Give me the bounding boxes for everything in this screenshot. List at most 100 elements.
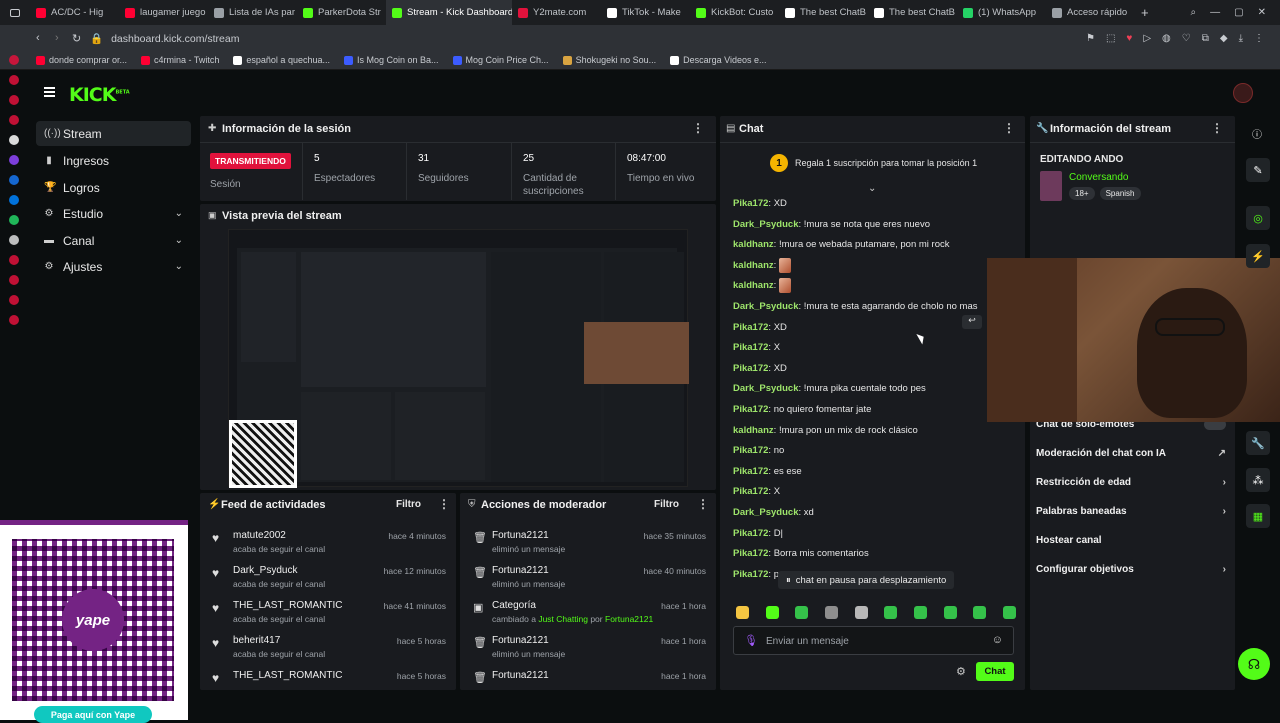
dock-settings-icon[interactable] — [8, 315, 19, 325]
info-circle-icon[interactable]: ⓘ — [1252, 126, 1262, 141]
wallet-icon[interactable]: ◆ — [1220, 33, 1228, 44]
dock-aria-icon[interactable] — [8, 75, 19, 85]
browser-tab[interactable]: Acceso rápido — [1046, 0, 1135, 25]
category-link[interactable]: Just Chatting — [538, 614, 588, 624]
chat-message[interactable]: kaldhanz: !mura pon un mix de rock clási… — [733, 421, 1018, 442]
activity-user[interactable]: matute2002 — [233, 530, 286, 541]
sidebar-item-ingresos[interactable]: ▮ Ingresos — [36, 148, 191, 173]
chat-message[interactable]: Pika172: no — [733, 441, 1018, 462]
emote-icon[interactable] — [824, 606, 838, 619]
bookmark-item[interactable]: c4rmina - Twitch — [141, 55, 219, 65]
dock-whatsapp-icon[interactable] — [8, 215, 19, 225]
category-link[interactable]: Conversando — [1069, 172, 1128, 183]
session-menu-icon[interactable]: ⋮ — [692, 121, 704, 135]
bookmark-item[interactable]: español a quechua... — [233, 55, 330, 65]
edit-icon[interactable]: ✎ — [1246, 158, 1270, 182]
activity-row[interactable]: ♥ Dark_Psyduck acaba de seguir el canal hac… — [200, 562, 456, 597]
dock-facebook-icon[interactable] — [8, 175, 19, 185]
dock-history-icon[interactable] — [8, 255, 19, 265]
chevron-down-icon[interactable]: ⌄ — [175, 208, 183, 219]
activity-filter-button[interactable]: Filtro — [396, 499, 421, 510]
dock-maps-icon[interactable] — [8, 135, 19, 145]
chat-username[interactable]: Pika172 — [733, 404, 768, 415]
chat-message[interactable]: kaldhanz: — [733, 256, 1018, 277]
dock-social-icon[interactable] — [8, 95, 19, 105]
microphone-icon[interactable]: 🎙 — [744, 634, 758, 647]
activity-row[interactable]: ♥ beherit417 acaba de seguir el canal hace … — [200, 632, 456, 667]
chat-message[interactable]: Pika172: X — [733, 338, 1018, 359]
chat-username[interactable]: kaldhanz — [733, 239, 774, 250]
dock-player-icon[interactable] — [8, 115, 19, 125]
user-avatar[interactable] — [1233, 83, 1253, 103]
play-icon[interactable]: ▷ — [1143, 33, 1151, 44]
forward-icon[interactable]: › — [55, 32, 59, 44]
chat-message[interactable]: Dark_Psyduck: !mura se nota que eres nue… — [733, 215, 1018, 236]
chat-username[interactable]: Pika172 — [733, 198, 768, 209]
chat-input-box[interactable]: 🎙 Enviar un mensaje ☺ — [733, 626, 1014, 655]
browser-tab[interactable]: Lista de IAs par — [208, 0, 297, 25]
external-link-icon[interactable]: ↗ — [1218, 448, 1226, 459]
browser-tab[interactable]: The best ChatB — [868, 0, 957, 25]
chat-message[interactable]: Pika172: X — [733, 482, 1018, 503]
bookmark-item[interactable]: Is Mog Coin on Ba... — [343, 55, 439, 65]
activity-user[interactable]: THE_LAST_ROMANTIC — [233, 600, 342, 611]
stream-setting-row[interactable]: Restricción de edad › — [1036, 468, 1226, 497]
activity-menu-icon[interactable]: ⋮ — [438, 497, 450, 511]
moderator-user-link[interactable]: Fortuna2121 — [605, 614, 653, 624]
emote-icon[interactable] — [765, 606, 779, 619]
send-chat-button[interactable]: Chat — [976, 662, 1014, 681]
tab-actions-icon[interactable] — [0, 8, 30, 17]
screenshot-icon[interactable]: ⬚ — [1106, 33, 1115, 44]
chat-username[interactable]: Dark_Psyduck — [733, 507, 798, 518]
chevron-right-icon[interactable]: › — [1223, 477, 1226, 488]
back-icon[interactable]: ‹ — [36, 32, 40, 44]
chat-username[interactable]: Pika172 — [733, 466, 768, 477]
emoji-picker-icon[interactable]: ☺ — [992, 634, 1003, 646]
people-icon[interactable]: ⁂ — [1246, 468, 1270, 492]
chat-username[interactable]: Pika172 — [733, 569, 768, 580]
chat-settings-icon[interactable]: ⚙ — [956, 665, 966, 678]
close-icon[interactable]: ✕ — [1258, 7, 1266, 18]
collapse-pinned-icon[interactable]: ⌄ — [868, 183, 876, 194]
chat-username[interactable]: Pika172 — [733, 528, 768, 539]
browser-tab[interactable]: Y2mate.com — [512, 0, 601, 25]
browser-tab[interactable]: TikTok - Make — [601, 0, 690, 25]
dock-x-icon[interactable] — [8, 235, 19, 245]
maximize-icon[interactable]: ▢ — [1234, 7, 1243, 18]
browser-tab[interactable]: AC/DC - Hig — [30, 0, 119, 25]
moderator-row[interactable]: 🗑 Fortuna2121 eliminó un mensaje hace 1 hor… — [460, 632, 716, 667]
moderator-filter-button[interactable]: Filtro — [654, 499, 679, 510]
chevron-right-icon[interactable]: › — [1223, 506, 1226, 517]
bookmark-item[interactable]: Mog Coin Price Ch... — [452, 55, 549, 65]
emote-icon[interactable] — [1002, 606, 1016, 619]
chat-username[interactable]: Dark_Psyduck — [733, 301, 798, 312]
emote-icon[interactable] — [943, 606, 957, 619]
chat-username[interactable]: kaldhanz — [733, 280, 774, 291]
chat-message[interactable]: Pika172: Borra mis comentarios — [733, 544, 1018, 565]
chat-username[interactable]: Pika172 — [733, 342, 768, 353]
browser-tab[interactable]: (1) WhatsApp — [957, 0, 1046, 25]
chat-username[interactable]: Dark_Psyduck — [733, 219, 798, 230]
browser-tab[interactable]: The best ChatB — [779, 0, 868, 25]
chat-username[interactable]: Pika172 — [733, 486, 768, 497]
chat-message[interactable]: Pika172: es ese — [733, 462, 1018, 483]
chat-username[interactable]: Pika172 — [733, 363, 768, 374]
chat-message[interactable]: Pika172: XD — [733, 194, 1018, 215]
dock-cube-icon[interactable] — [8, 295, 19, 305]
emote-icon[interactable] — [854, 606, 868, 619]
activity-row[interactable]: ♥ THE_LAST_ROMANTIC acaba de seguir el can… — [200, 597, 456, 632]
dock-messenger-icon[interactable] — [8, 195, 19, 205]
browser-tab[interactable]: ParkerDota Str — [297, 0, 386, 25]
chevron-down-icon[interactable]: ⌄ — [175, 261, 183, 272]
stream-setting-row[interactable]: Moderación del chat con IA ↗ — [1036, 439, 1226, 468]
vpn-icon[interactable]: ◍ — [1162, 33, 1171, 44]
moderator-menu-icon[interactable]: ⋮ — [697, 497, 709, 511]
browser-tab[interactable]: laugamer juego — [119, 0, 208, 25]
sidebar-item-estudio[interactable]: ⚙ Estudio ⌄ — [36, 201, 191, 226]
tool-icon[interactable]: 🔧 — [1246, 431, 1270, 455]
pocket-icon[interactable]: ♥ — [1126, 33, 1132, 44]
chat-message[interactable]: Dark_Psyduck: !mura pika cuentale todo p… — [733, 379, 1018, 400]
gift-sub-text[interactable]: Regala 1 suscripción para tomar la posic… — [795, 158, 977, 168]
chat-username[interactable]: Pika172 — [733, 445, 768, 456]
chat-message[interactable]: Dark_Psyduck: xd — [733, 503, 1018, 524]
